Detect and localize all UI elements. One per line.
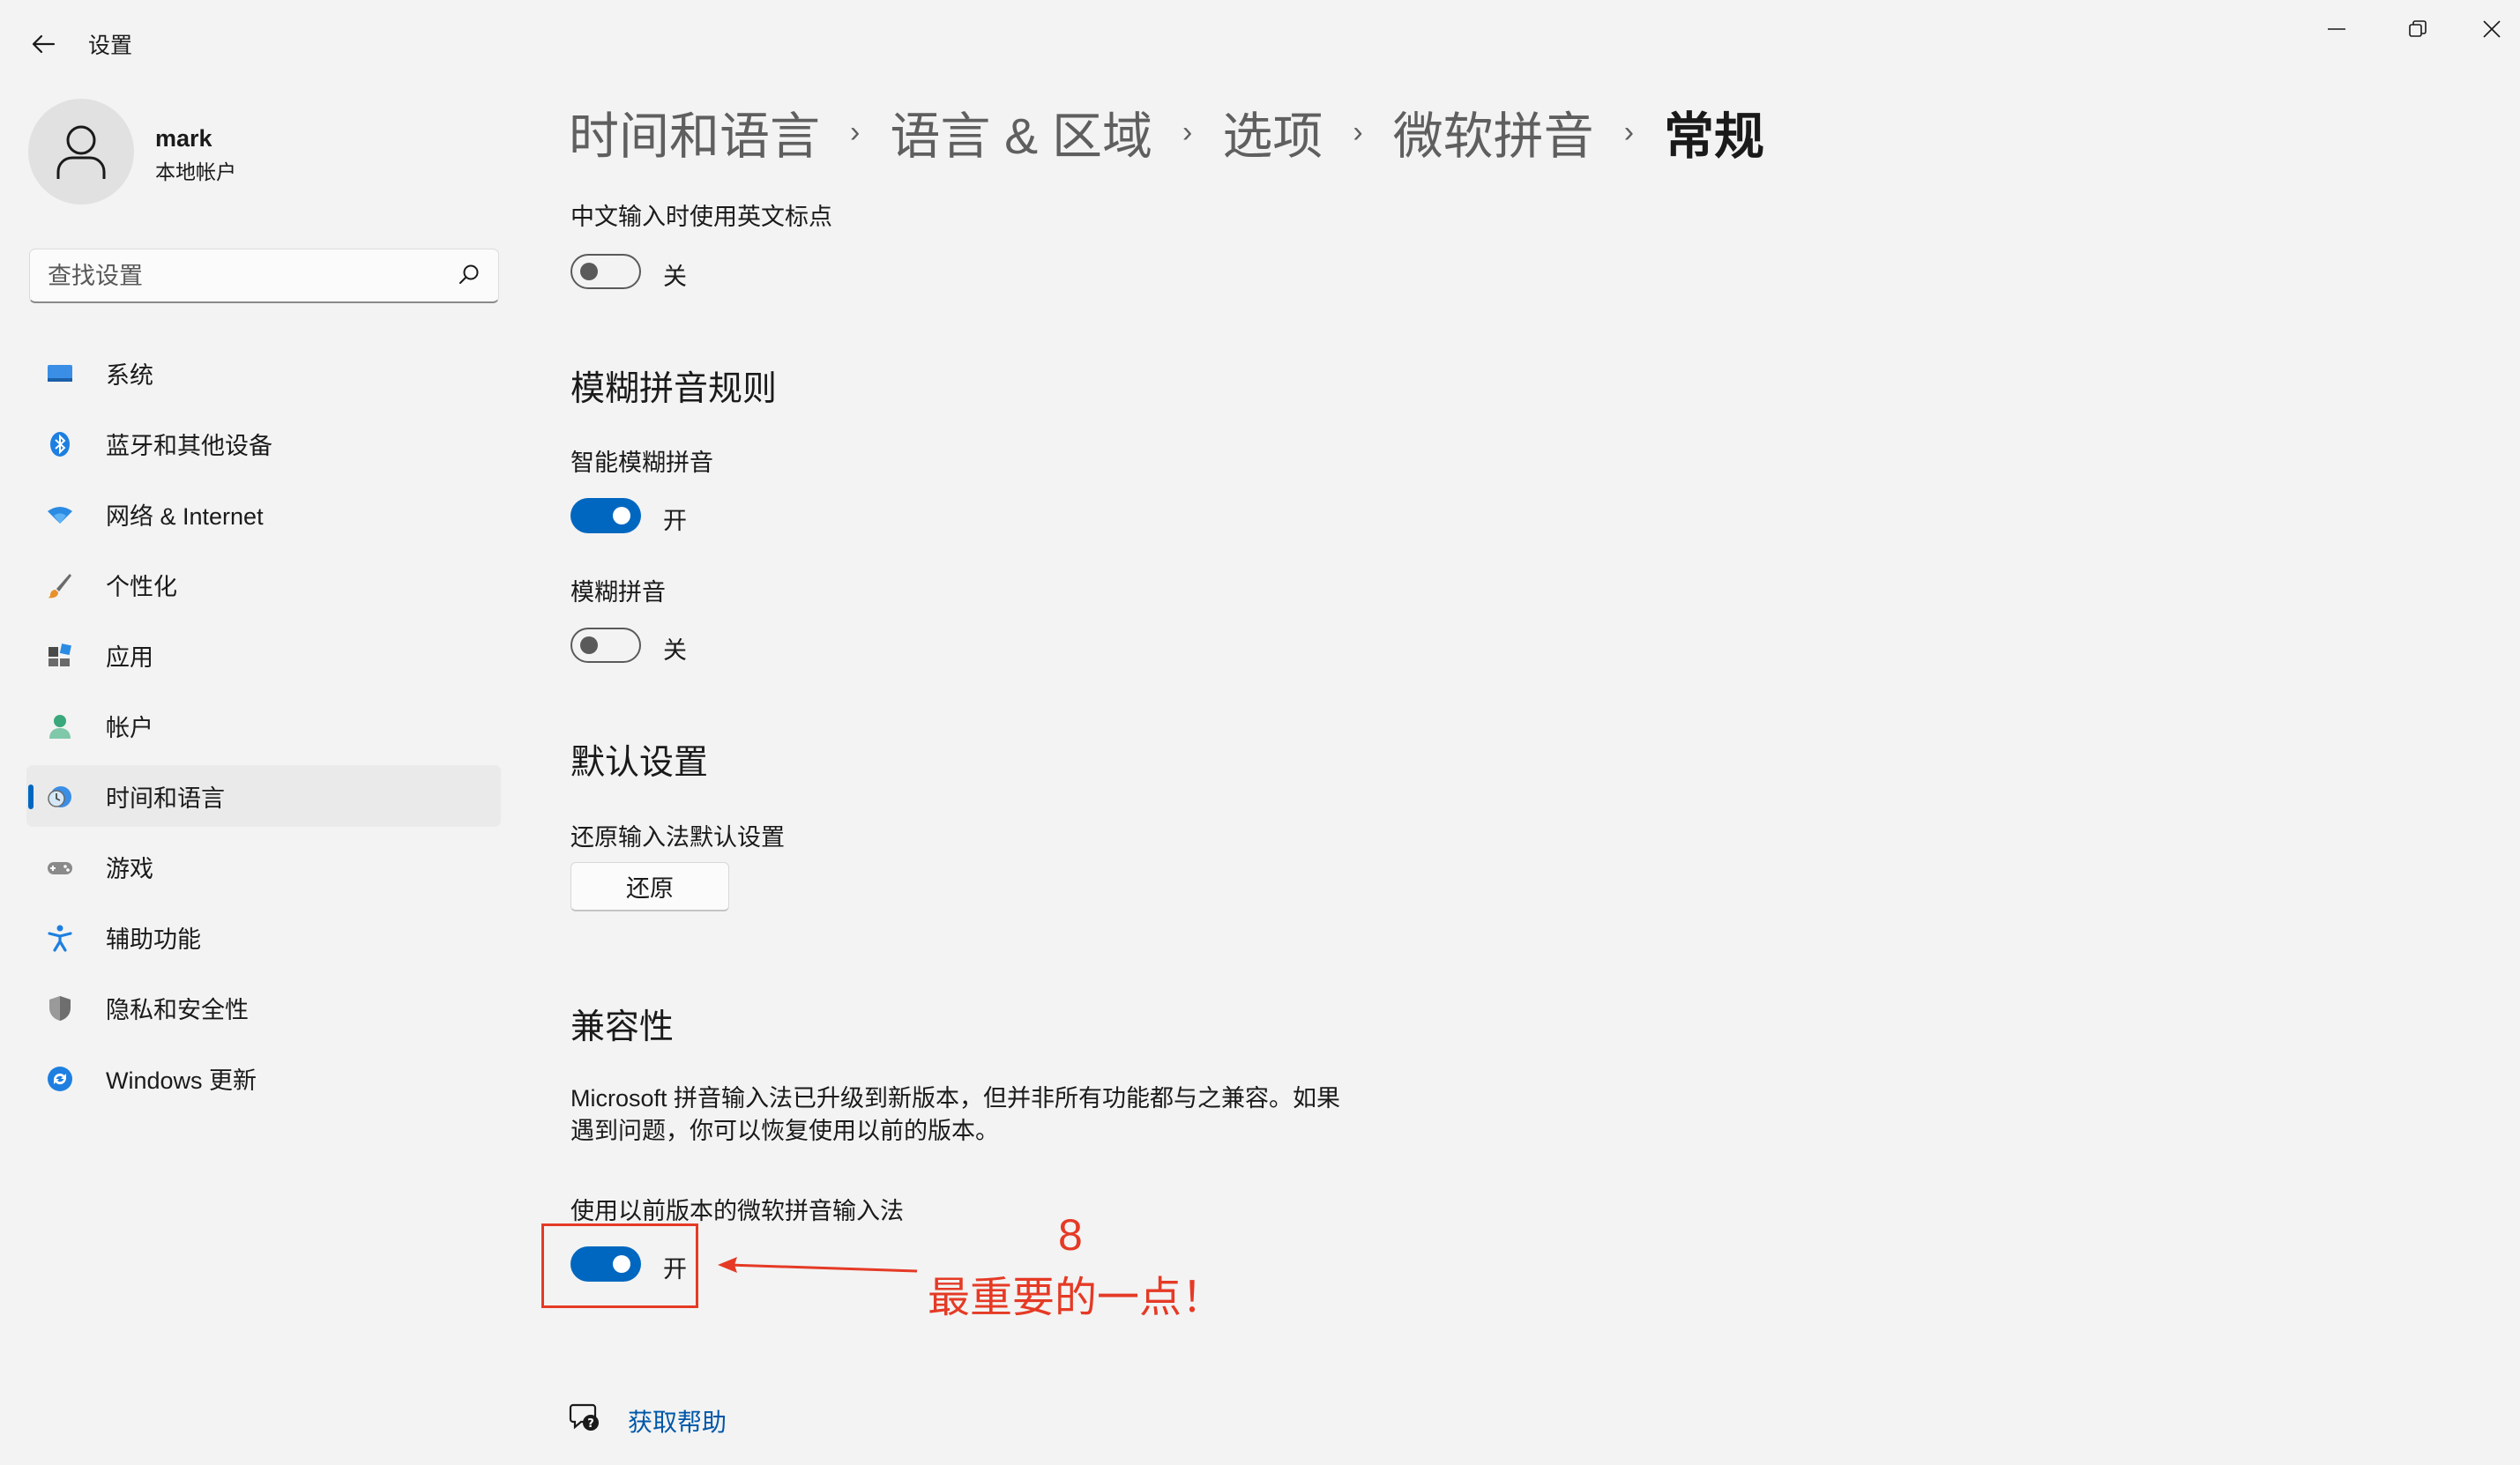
shield-icon (49, 996, 71, 1021)
sidebar-item-label: 系统 (106, 361, 153, 389)
sidebar-item-label: 个性化 (106, 573, 177, 600)
avatar[interactable] (28, 99, 134, 205)
smart-fuzzy-state: 开 (663, 508, 687, 534)
previous-version-label: 使用以前版本的微软拼音输入法 (570, 1198, 904, 1224)
breadcrumb-language-region[interactable]: 语言 & 区域 (890, 96, 1152, 168)
toggle-knob (613, 507, 630, 524)
search-box[interactable] (29, 249, 499, 303)
english-punct-state: 关 (663, 264, 687, 290)
user-name: mark (155, 125, 212, 152)
toggle-knob (580, 636, 598, 654)
annotation-highlight-box (541, 1223, 698, 1308)
chevron-right-icon: › (1353, 115, 1363, 149)
annotation-text: 最重要的一点！ (928, 1275, 1225, 1321)
fuzzy-section-title: 模糊拼音规则 (570, 370, 778, 408)
restore-window-icon (2409, 20, 2427, 37)
minimize-icon (2328, 28, 2345, 30)
sidebar-item-bluetooth[interactable]: 蓝牙和其他设备 (26, 413, 501, 474)
compat-section-title: 兼容性 (570, 1008, 675, 1046)
breadcrumb-microsoft-pinyin[interactable]: 微软拼音 (1393, 96, 1594, 168)
english-punct-toggle[interactable] (570, 254, 641, 289)
fuzzy-state: 关 (663, 637, 687, 664)
restore-button[interactable]: 还原 (570, 862, 729, 911)
sidebar-item-personalization[interactable]: 个性化 (26, 554, 501, 615)
bluetooth-icon (50, 432, 70, 457)
breadcrumb-options[interactable]: 选项 (1222, 96, 1323, 168)
breadcrumb: 时间和语言 › 语言 & 区域 › 选项 › 微软拼音 › 常规 (569, 95, 1764, 169)
account-type: 本地帐户 (155, 160, 236, 183)
update-icon (48, 1067, 72, 1091)
back-arrow-icon (32, 34, 56, 54)
chevron-right-icon: › (1623, 115, 1635, 149)
sidebar-item-privacy[interactable]: 隐私和安全性 (26, 977, 501, 1038)
app-title: 设置 (88, 33, 133, 58)
sidebar-item-label: Windows 更新 (106, 1067, 257, 1094)
chevron-right-icon: › (850, 115, 861, 149)
sidebar-item-label: 网络 & Internet (106, 502, 264, 530)
help-icon: ? (569, 1403, 599, 1431)
smart-fuzzy-toggle[interactable] (570, 498, 641, 533)
sidebar-item-network[interactable]: 网络 & Internet (26, 483, 501, 545)
sidebar-nav: 系统 蓝牙和其他设备 网络 & Internet 个性化 应用 帐户 时间和语言… (26, 342, 501, 1118)
sidebar-item-accessibility[interactable]: 辅助功能 (26, 906, 501, 968)
sidebar-item-label: 辅助功能 (106, 926, 201, 953)
sidebar-item-label: 隐私和安全性 (106, 996, 249, 1023)
get-help-link[interactable]: 获取帮助 (628, 1403, 727, 1439)
brush-icon (48, 574, 71, 599)
sidebar-item-time-language[interactable]: 时间和语言 (26, 765, 501, 827)
person-icon (56, 125, 106, 179)
sidebar-item-label: 帐户 (106, 714, 153, 741)
back-button[interactable] (23, 26, 63, 62)
accessibility-icon (48, 925, 72, 952)
sidebar-item-system[interactable]: 系统 (26, 342, 501, 404)
search-icon[interactable] (456, 262, 482, 288)
gamepad-icon (48, 862, 72, 874)
sidebar-item-apps[interactable]: 应用 (26, 624, 501, 686)
sidebar-item-label: 游戏 (106, 855, 153, 882)
sidebar-item-gaming[interactable]: 游戏 (26, 836, 501, 897)
svg-text:?: ? (587, 1417, 594, 1431)
page-title: 常规 (1664, 108, 1765, 165)
chevron-right-icon: › (1182, 115, 1193, 149)
annotation-arrow-icon (718, 1257, 918, 1273)
defaults-section-title: 默认设置 (570, 744, 709, 782)
close-button[interactable] (2464, 12, 2520, 46)
smart-fuzzy-label: 智能模糊拼音 (570, 450, 713, 476)
sidebar-item-label: 蓝牙和其他设备 (106, 432, 272, 459)
sidebar-item-windows-update[interactable]: Windows 更新 (26, 1047, 501, 1109)
annotation-number: 8 (1058, 1210, 1083, 1260)
minimize-button[interactable] (2301, 12, 2372, 46)
english-punct-label: 中文输入时使用英文标点 (570, 204, 832, 230)
account-icon (49, 715, 71, 739)
restore-window-button[interactable] (2382, 12, 2453, 46)
restore-label: 还原输入法默认设置 (570, 824, 785, 851)
globe-clock-icon (48, 786, 71, 807)
toggle-knob (580, 263, 598, 280)
apps-icon (48, 643, 71, 666)
fuzzy-toggle[interactable] (570, 628, 641, 663)
compat-description: Microsoft 拼音输入法已升级到新版本，但并非所有功能都与之兼容。如果遇到… (570, 1085, 1341, 1144)
sidebar-item-accounts[interactable]: 帐户 (26, 695, 501, 756)
close-icon (2483, 20, 2501, 38)
breadcrumb-time-language[interactable]: 时间和语言 (569, 96, 820, 168)
wifi-icon (48, 507, 72, 524)
search-input[interactable] (46, 249, 455, 302)
sidebar-item-label: 应用 (106, 643, 153, 671)
monitor-icon (48, 365, 72, 382)
fuzzy-label: 模糊拼音 (570, 579, 666, 606)
sidebar-item-label: 时间和语言 (106, 785, 225, 812)
